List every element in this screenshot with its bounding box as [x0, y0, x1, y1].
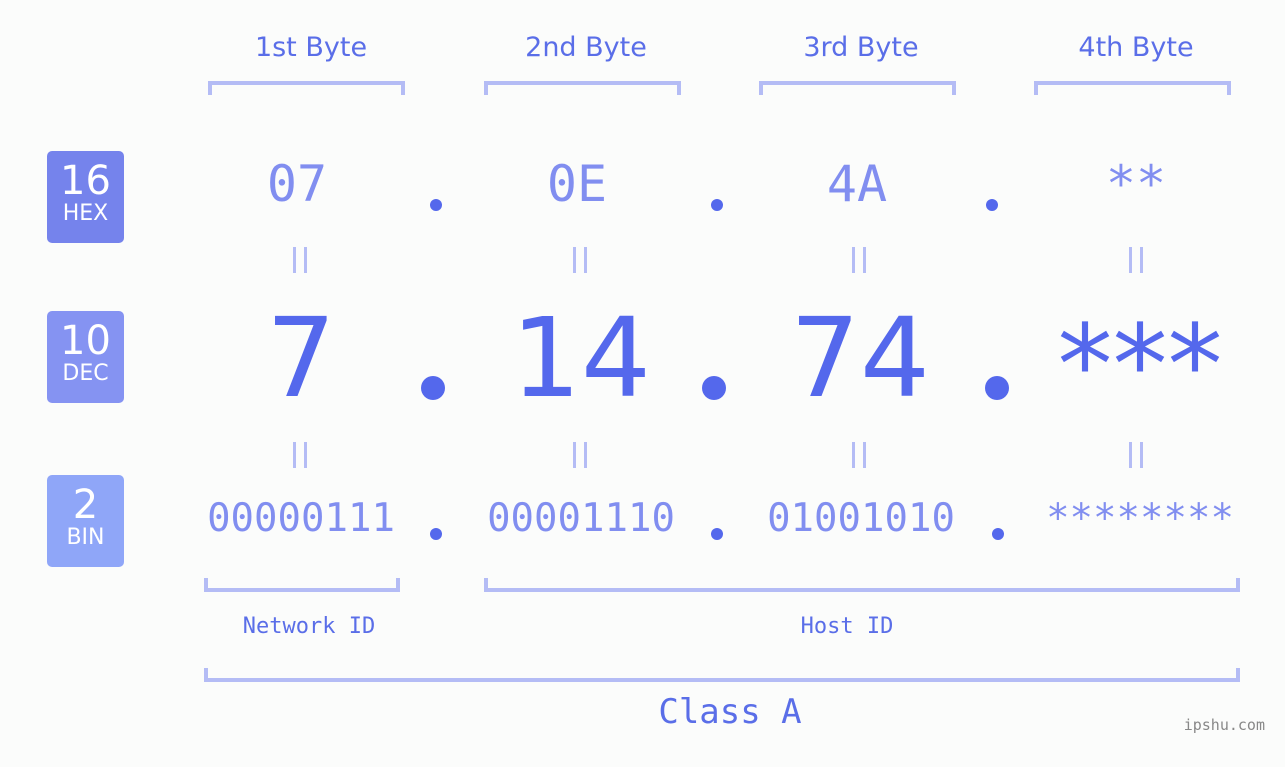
- host-id-bracket: [484, 578, 1240, 592]
- network-id-bracket: [204, 578, 400, 592]
- equals-icon: [573, 442, 587, 468]
- bin-separator-dot-1: [430, 528, 442, 540]
- dec-value-2: 14: [511, 294, 651, 422]
- equals-icon: [1129, 442, 1143, 468]
- hex-value-1: 07: [266, 155, 328, 213]
- bin-badge-number: 2: [72, 482, 99, 528]
- network-id-label: Network ID: [242, 614, 376, 639]
- hex-badge-label: HEX: [62, 201, 109, 226]
- hex-badge: 16 HEX: [47, 151, 124, 243]
- dec-value-1: 7: [266, 294, 336, 422]
- bin-badge: 2 BIN: [47, 475, 124, 567]
- bin-separator-dot-3: [992, 528, 1004, 540]
- equals-icon: [852, 247, 866, 273]
- bin-value-3: 01001010: [767, 496, 955, 541]
- bin-value-2: 00001110: [487, 496, 675, 541]
- bin-badge-label: BIN: [66, 525, 105, 550]
- hex-value-3: 4A: [826, 155, 888, 213]
- byte-bracket-1: [208, 81, 405, 95]
- hex-separator-dot-2: [711, 199, 723, 211]
- dec-badge-number: 10: [60, 318, 111, 364]
- byte-header-2: 2nd Byte: [525, 32, 647, 63]
- hex-separator-dot-1: [430, 199, 442, 211]
- dec-value-4: ***: [1057, 301, 1223, 429]
- byte-bracket-4: [1034, 81, 1231, 95]
- dec-value-3: 74: [790, 294, 930, 422]
- byte-bracket-3: [759, 81, 956, 95]
- dec-badge: 10 DEC: [47, 311, 124, 403]
- equals-icon: [1129, 247, 1143, 273]
- equals-icon: [852, 442, 866, 468]
- equals-icon: [293, 247, 307, 273]
- dec-separator-dot-3: [985, 376, 1009, 400]
- byte-header-1: 1st Byte: [254, 32, 368, 63]
- equals-icon: [573, 247, 587, 273]
- bin-value-4: ********: [1046, 496, 1234, 541]
- watermark: ipshu.com: [1183, 716, 1265, 734]
- hex-badge-number: 16: [60, 158, 111, 204]
- equals-icon: [293, 442, 307, 468]
- byte-header-3: 3rd Byte: [803, 32, 919, 63]
- byte-header-4: 4th Byte: [1078, 32, 1194, 63]
- dec-separator-dot-1: [421, 376, 445, 400]
- bin-separator-dot-2: [711, 528, 723, 540]
- dec-badge-label: DEC: [62, 361, 109, 386]
- class-label: Class A: [658, 692, 802, 732]
- hex-value-4: **: [1105, 155, 1167, 213]
- dec-separator-dot-2: [702, 376, 726, 400]
- hex-value-2: 0E: [546, 155, 608, 213]
- bin-value-1: 00000111: [207, 496, 395, 541]
- host-id-label: Host ID: [800, 614, 894, 639]
- byte-bracket-2: [484, 81, 681, 95]
- hex-separator-dot-3: [986, 199, 998, 211]
- class-bracket: [204, 668, 1240, 682]
